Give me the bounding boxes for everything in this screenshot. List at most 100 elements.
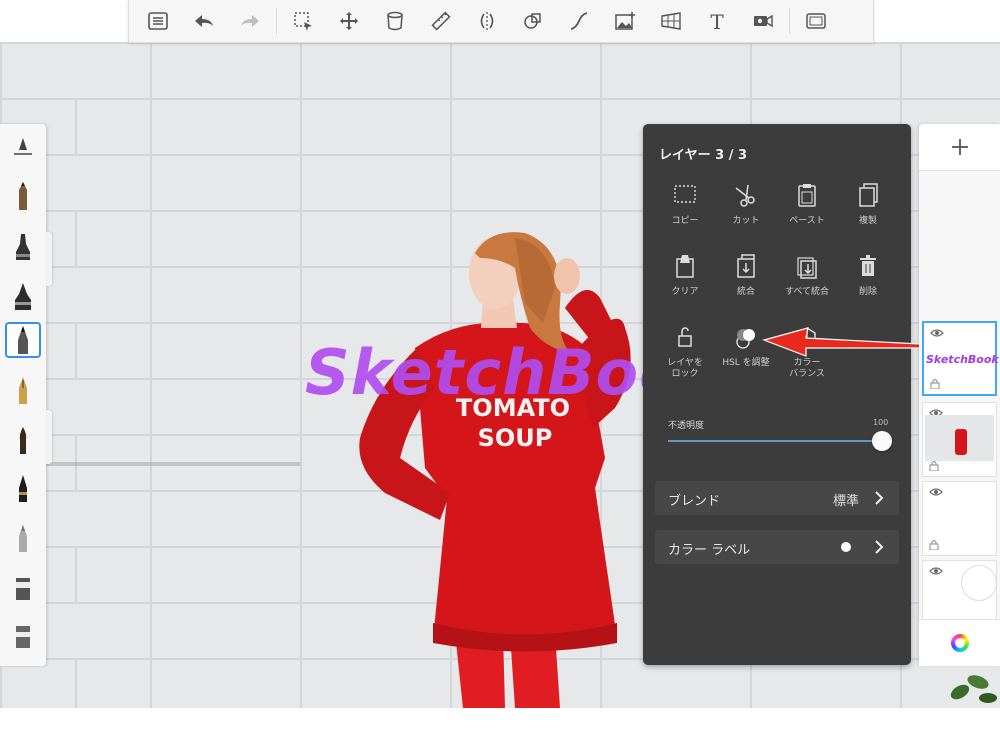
ruler-tool-button[interactable] — [418, 0, 464, 42]
brush-eraser-hard[interactable] — [5, 618, 41, 654]
fill-tool-button[interactable] — [372, 0, 418, 42]
brush-eraser[interactable] — [5, 570, 41, 606]
soft-brush-icon — [19, 525, 27, 552]
redo-icon — [241, 15, 259, 27]
layer-lock-icon[interactable] — [929, 460, 939, 471]
color-wheel-button[interactable] — [919, 619, 1000, 666]
pencil-icon — [19, 182, 27, 210]
add-image-button[interactable] — [602, 0, 648, 42]
shirt-text-2: SOUP — [478, 424, 553, 452]
paste-label: ペースト — [789, 216, 825, 226]
select-icon — [294, 12, 312, 31]
scissors-icon — [735, 184, 755, 207]
layers-column: SketchBook — [919, 124, 1000, 666]
background-color-swatch[interactable] — [961, 565, 997, 601]
paste-action[interactable]: ペースト — [775, 176, 839, 227]
layer-thumb-3-selected[interactable]: SketchBook — [922, 321, 999, 396]
brush-airbrush-selected[interactable] — [5, 322, 41, 358]
blend-label: ブレンド — [668, 494, 721, 509]
list-button[interactable] — [135, 0, 181, 42]
brush-size-handle[interactable] — [46, 232, 52, 286]
symmetry-tool-button[interactable] — [464, 0, 510, 42]
paste-icon — [798, 184, 816, 207]
brush-palette — [0, 124, 46, 666]
hsl-icon — [736, 329, 755, 349]
merge-action[interactable]: 統合 — [714, 247, 778, 298]
blend-mode-row[interactable]: ブレンド 標準 — [655, 481, 899, 515]
perspective-tool-button[interactable] — [648, 0, 694, 42]
move-tool-button[interactable] — [326, 0, 372, 42]
merge-all-action[interactable]: すべて統合 — [775, 247, 839, 298]
shape-icon — [524, 13, 541, 29]
airbrush-icon — [18, 326, 28, 354]
clear-icon — [676, 255, 694, 278]
opacity-label: 不透明度 — [668, 421, 705, 431]
undo-button[interactable] — [181, 0, 227, 42]
layer-lock-icon[interactable] — [930, 378, 940, 389]
brush-properties-button[interactable] — [5, 130, 41, 166]
delete-label: 削除 — [858, 287, 877, 297]
ink-brush-icon — [16, 234, 30, 260]
copy-icon — [674, 185, 696, 203]
eye-icon[interactable] — [929, 566, 943, 576]
select-tool-button[interactable] — [280, 0, 326, 42]
camera-button[interactable] — [740, 0, 786, 42]
redo-button[interactable] — [227, 0, 273, 42]
duplicate-action[interactable]: 複製 — [836, 176, 900, 227]
color-label-label: カラー ラベル — [668, 543, 751, 558]
opacity-slider-track[interactable] — [668, 440, 882, 442]
camera-icon — [754, 14, 773, 28]
brush-calligraphy[interactable] — [5, 470, 41, 506]
lock-layer-action[interactable]: レイヤを ロック — [653, 318, 717, 380]
layer-lock-icon[interactable] — [929, 539, 939, 550]
cut-action[interactable]: カット — [714, 176, 778, 227]
brush-paint[interactable] — [5, 422, 41, 458]
brush-opacity-handle[interactable] — [46, 410, 52, 464]
clear-action[interactable]: クリア — [653, 247, 717, 298]
merge-icon — [737, 254, 755, 278]
color-label-row[interactable]: カラー ラベル — [655, 530, 899, 564]
layer-thumb-2[interactable] — [922, 402, 997, 477]
calligraphy-icon — [19, 475, 27, 502]
shape-tool-button[interactable] — [510, 0, 556, 42]
copy-label: コピー — [671, 216, 699, 226]
fountain-pen-icon — [19, 377, 27, 404]
eraser-icon — [16, 578, 30, 600]
layer-editor-panel: レイヤー 3 / 3 コピー カット ペースト 複製 クリア 統合 すべて統合 … — [643, 124, 911, 665]
add-image-icon — [615, 12, 635, 30]
clear-label: クリア — [671, 287, 699, 297]
layer-thumb-1[interactable] — [922, 481, 997, 556]
text-icon: T — [710, 10, 724, 32]
lock-icon — [678, 327, 692, 347]
eye-icon[interactable] — [930, 328, 944, 338]
move-icon — [340, 12, 358, 30]
brush-soft[interactable] — [5, 520, 41, 556]
text-tool-button[interactable]: T — [694, 0, 740, 42]
curve-tool-button[interactable] — [556, 0, 602, 42]
plus-icon — [951, 139, 968, 155]
copy-action[interactable]: コピー — [653, 176, 717, 227]
brick-seam — [75, 42, 77, 708]
brush-marker[interactable] — [5, 278, 41, 314]
annotation-arrow — [762, 327, 921, 357]
woman-photo: TOMATO SOUP — [359, 232, 631, 708]
eye-icon[interactable] — [929, 487, 943, 497]
fullscreen-button[interactable] — [793, 0, 839, 42]
perspective-icon — [661, 12, 681, 30]
brush-pencil[interactable] — [5, 178, 41, 214]
layer-thumb-watermark: SketchBook — [926, 353, 999, 366]
brush-inking[interactable] — [5, 228, 41, 264]
opacity-slider-knob[interactable] — [872, 431, 892, 451]
chevron-right-icon — [875, 491, 884, 505]
layer-photo-preview — [925, 415, 994, 461]
merge-label: 統合 — [736, 287, 755, 297]
toolbar-divider — [789, 8, 790, 34]
eraser-hard-icon — [16, 626, 30, 648]
delete-action[interactable]: 削除 — [836, 247, 900, 298]
add-layer-button[interactable] — [919, 124, 1000, 171]
duplicate-label: 複製 — [858, 216, 877, 226]
chevron-right-icon — [875, 540, 884, 554]
brush-fountain-pen[interactable] — [5, 372, 41, 408]
list-icon — [148, 12, 168, 30]
bottom-strip — [0, 708, 1000, 750]
